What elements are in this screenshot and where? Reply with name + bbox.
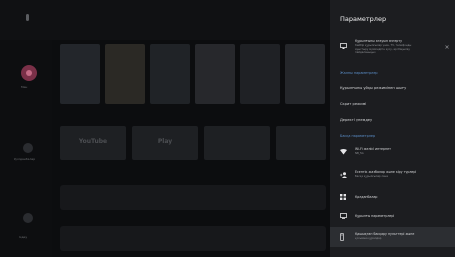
setting-remotes[interactable]: Қашықтан басқару пульттері және қосымша … — [330, 227, 455, 247]
setting-device[interactable]: Құрылғы параметрлері — [330, 209, 455, 223]
app-tile[interactable] — [276, 126, 326, 160]
app-tile-play[interactable]: Play — [132, 126, 198, 160]
setting-accounts[interactable]: Есептік жазбалар және кіру түрлері Басқа… — [330, 166, 455, 184]
poster-tile[interactable] — [240, 44, 280, 104]
nearby-sub3: пайдаланыңыз — [355, 51, 376, 54]
remotes-sub: қосымша құралдар — [355, 237, 382, 240]
rail-label-search: Іздеу — [19, 235, 28, 239]
search-icon[interactable] — [23, 213, 33, 223]
nearby-label: Құрылғыны атауын өзгерту — [355, 39, 403, 43]
section-other: Басқа параметрлер — [340, 134, 376, 138]
poster-tile[interactable] — [150, 44, 190, 104]
remote-icon — [340, 233, 344, 241]
poster-tile[interactable] — [285, 44, 325, 104]
wifi-sub: NB_5G — [355, 152, 364, 155]
avatar[interactable] — [21, 65, 37, 81]
content-row — [60, 185, 326, 210]
setting-data-saver[interactable]: Деректі үнемдеу — [330, 114, 455, 126]
setting-apps[interactable]: Қолданбалар — [330, 190, 455, 204]
app-tile-label: Play — [157, 138, 173, 145]
wake-label: Құрылғыны ұйқы режимінен шығу — [340, 86, 407, 90]
rail-label-profile: Мен — [21, 85, 28, 89]
apps-label: Қолданбалар — [355, 195, 378, 199]
app-tile-label: YouTube — [78, 138, 108, 145]
remotes-label: Қашықтан басқару пульттері және — [355, 232, 415, 236]
poster-tile[interactable] — [60, 44, 100, 104]
mic-icon[interactable] — [26, 14, 29, 21]
add-account-icon — [340, 172, 347, 178]
setting-screensaver[interactable]: Скрит режимі — [330, 98, 455, 110]
apps-icon[interactable] — [23, 143, 33, 153]
section-general: Жалпы параметрлер — [340, 71, 378, 75]
poster-tile[interactable] — [105, 44, 145, 104]
tv-icon — [340, 213, 347, 219]
cast-icon — [340, 43, 347, 49]
poster-tile[interactable] — [195, 44, 235, 104]
wifi-label: Wi-Fi желісі интернет — [355, 147, 391, 151]
device-label: Құрылғы параметрлері — [355, 214, 395, 218]
app-tile[interactable] — [204, 126, 270, 160]
wifi-icon — [340, 149, 347, 155]
accounts-label: Есептік жазбалар және кіру түрлері — [355, 170, 417, 174]
screensaver-label: Скрит режимі — [340, 102, 367, 106]
close-icon[interactable] — [445, 45, 449, 49]
apps-grid-icon — [340, 194, 346, 200]
accounts-sub: Басқа құрылғылар ғана — [355, 175, 388, 178]
data-saver-label: Деректі үнемдеу — [340, 118, 373, 122]
panel-title: Параметрлер — [340, 15, 387, 23]
settings-panel: Параметрлер Құрылғыны атауын өзгерту Кей… — [330, 0, 455, 257]
app-tile-youtube[interactable]: YouTube — [60, 126, 126, 160]
setting-nearby[interactable]: Құрылғыны атауын өзгерту Кейбір құрылғыл… — [330, 37, 455, 63]
setting-wifi[interactable]: Wi-Fi желісі интернет NB_5G — [330, 143, 455, 161]
content-row — [60, 226, 326, 251]
setting-wake[interactable]: Құрылғыны ұйқы режимінен шығу — [330, 82, 455, 94]
rail-label-apps: Қолданбалар — [14, 157, 36, 161]
